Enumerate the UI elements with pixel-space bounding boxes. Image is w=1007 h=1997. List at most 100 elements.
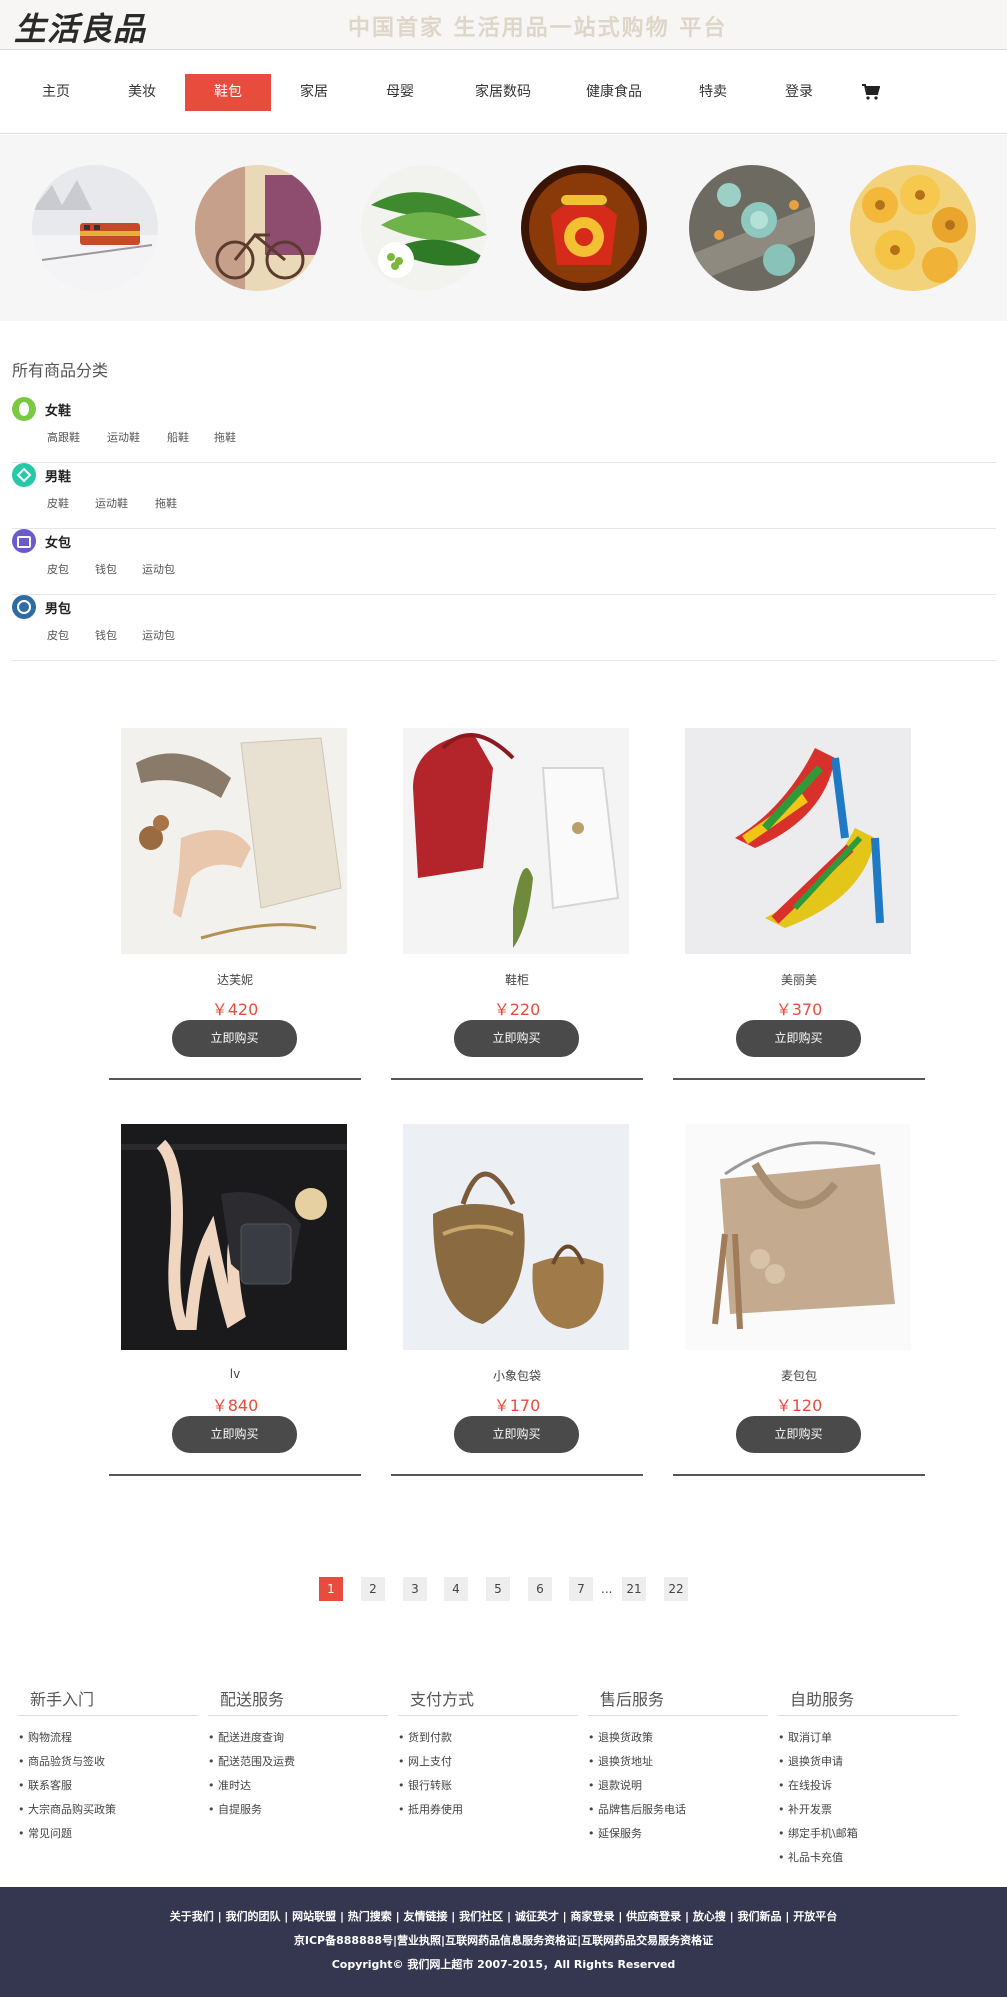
subcategory-link[interactable]: 运动包: [142, 561, 175, 577]
category-name[interactable]: 男包: [45, 598, 71, 617]
subcategory-link[interactable]: 皮包: [47, 561, 69, 577]
footer-link[interactable]: 商品验货与签收: [18, 1750, 198, 1774]
product-name[interactable]: lv: [109, 1367, 361, 1381]
footer-link[interactable]: 礼品卡充值: [778, 1846, 958, 1870]
footer-link[interactable]: 大宗商品购买政策: [18, 1798, 198, 1822]
footer-link[interactable]: 配送范围及运费: [208, 1750, 388, 1774]
succulent-plants-photo[interactable]: [689, 165, 815, 291]
footer-link[interactable]: 常见问题: [18, 1822, 198, 1846]
product-name[interactable]: 麦包包: [673, 1367, 925, 1384]
category-name[interactable]: 女鞋: [45, 400, 71, 419]
footer-link[interactable]: 联系客服: [18, 1774, 198, 1798]
page-button[interactable]: 1: [319, 1577, 343, 1601]
product-card: lv ￥840 立即购买: [109, 1124, 361, 1476]
footer-link[interactable]: 延保服务: [588, 1822, 768, 1846]
buy-now-button[interactable]: 立即购买: [736, 1416, 861, 1453]
footer-link[interactable]: 退换货申请: [778, 1750, 958, 1774]
subcategory-link[interactable]: 钱包: [95, 627, 117, 643]
footer-link[interactable]: 自提服务: [208, 1798, 388, 1822]
footer-column-title: 配送服务: [208, 1674, 388, 1716]
buy-now-button[interactable]: 立即购买: [172, 1416, 297, 1453]
product-image[interactable]: [121, 728, 347, 954]
nav-item-login[interactable]: 登录: [766, 74, 832, 111]
nav-item-sale[interactable]: 特卖: [680, 74, 746, 111]
product-card: 麦包包 ￥120 立即购买: [673, 1124, 925, 1476]
footer-link[interactable]: 绑定手机\邮箱: [778, 1822, 958, 1846]
product-name[interactable]: 美丽美: [673, 971, 925, 988]
footer-column-title: 自助服务: [778, 1674, 958, 1716]
footer-link[interactable]: 在线投诉: [778, 1774, 958, 1798]
product-image[interactable]: [685, 728, 911, 954]
product-name[interactable]: 达芙妮: [109, 971, 361, 988]
product-image[interactable]: [685, 1124, 911, 1350]
subcategory-link[interactable]: 高跟鞋: [47, 429, 80, 445]
nav-item-digital[interactable]: 家居数码: [455, 74, 551, 111]
footer-link[interactable]: 取消订单: [778, 1726, 958, 1750]
product-name[interactable]: 鞋柜: [391, 971, 643, 988]
footer-link[interactable]: 货到付款: [398, 1726, 578, 1750]
buy-now-button[interactable]: 立即购买: [736, 1020, 861, 1057]
nav-item-home[interactable]: 主页: [24, 74, 88, 111]
footer-bottom-links[interactable]: 关于我们 | 我们的团队 | 网站联盟 | 热门搜索 | 友情链接 | 我们社区…: [0, 1905, 1007, 1929]
buy-now-button[interactable]: 立即购买: [172, 1020, 297, 1057]
product-card: 小象包袋 ￥170 立即购买: [391, 1124, 643, 1476]
diamond-icon: [12, 463, 36, 487]
nav-item-beauty[interactable]: 美妆: [108, 74, 176, 111]
product-image[interactable]: [121, 1124, 347, 1350]
buy-now-button[interactable]: 立即购买: [454, 1416, 579, 1453]
pagination: 1 2 3 4 5 6 7 ... 21 22: [0, 1577, 1007, 1601]
subcategory-link[interactable]: 拖鞋: [155, 495, 177, 511]
subcategory-link[interactable]: 船鞋: [167, 429, 189, 445]
red-telephone-photo[interactable]: [521, 165, 647, 291]
site-logo[interactable]: 生活良品: [14, 4, 146, 50]
footer-link[interactable]: 购物流程: [18, 1726, 198, 1750]
cart-icon[interactable]: [862, 84, 880, 100]
subcategory-link[interactable]: 皮鞋: [47, 495, 69, 511]
subcategory-link[interactable]: 拖鞋: [214, 429, 236, 445]
page-button[interactable]: 2: [361, 1577, 385, 1601]
page-button[interactable]: 5: [486, 1577, 510, 1601]
footer-license[interactable]: 京ICP备888888号|营业执照|互联网药品信息服务资格证|互联网药品交易服务…: [0, 1929, 1007, 1953]
subcategory-link[interactable]: 皮包: [47, 627, 69, 643]
vintage-bicycle-photo[interactable]: [195, 165, 321, 291]
footer-link[interactable]: 配送进度查询: [208, 1726, 388, 1750]
footer-link[interactable]: 补开发票: [778, 1798, 958, 1822]
page-button[interactable]: 6: [528, 1577, 552, 1601]
product-price: ￥420: [211, 1000, 259, 1019]
green-vegetables-photo[interactable]: [361, 165, 487, 291]
product-image[interactable]: [403, 1124, 629, 1350]
product-price: ￥120: [775, 1396, 823, 1415]
product-card: 美丽美 ￥370 立即购买: [673, 728, 925, 1080]
yellow-flowers-photo[interactable]: [850, 165, 976, 291]
snow-train-photo[interactable]: [32, 165, 158, 291]
footer-link[interactable]: 抵用券使用: [398, 1798, 578, 1822]
footer-link[interactable]: 网上支付: [398, 1750, 578, 1774]
footer-link[interactable]: 准时达: [208, 1774, 388, 1798]
page-button[interactable]: 21: [622, 1577, 646, 1601]
subcategory-link[interactable]: 钱包: [95, 561, 117, 577]
footer-link[interactable]: 品牌售后服务电话: [588, 1798, 768, 1822]
category-name[interactable]: 女包: [45, 532, 71, 551]
buy-now-button[interactable]: 立即购买: [454, 1020, 579, 1057]
nav-item-shoes-bags[interactable]: 鞋包: [185, 74, 271, 111]
nav-item-home-living[interactable]: 家居: [280, 74, 348, 111]
footer-link[interactable]: 退款说明: [588, 1774, 768, 1798]
footer-bottom-bar: 关于我们 | 我们的团队 | 网站联盟 | 热门搜索 | 友情链接 | 我们社区…: [0, 1887, 1007, 1997]
product-name[interactable]: 小象包袋: [391, 1367, 643, 1384]
page-button[interactable]: 4: [444, 1577, 468, 1601]
page-button[interactable]: 22: [664, 1577, 688, 1601]
subcategory-link[interactable]: 运动鞋: [95, 495, 128, 511]
nav-item-baby[interactable]: 母婴: [366, 74, 434, 111]
product-image[interactable]: [403, 728, 629, 954]
page-button[interactable]: 7: [569, 1577, 593, 1601]
subcategory-link[interactable]: 运动包: [142, 627, 175, 643]
footer-link[interactable]: 退换货地址: [588, 1750, 768, 1774]
category-group-womens-shoes: 女鞋 高跟鞋 运动鞋 船鞋 拖鞋: [12, 397, 996, 463]
footer-link[interactable]: 银行转账: [398, 1774, 578, 1798]
subcategory-link[interactable]: 运动鞋: [107, 429, 140, 445]
category-name[interactable]: 男鞋: [45, 466, 71, 485]
footer-column: 新手入门 购物流程 商品验货与签收 联系客服 大宗商品购买政策 常见问题: [18, 1674, 198, 1846]
footer-link[interactable]: 退换货政策: [588, 1726, 768, 1750]
nav-item-health-food[interactable]: 健康食品: [570, 74, 658, 111]
page-button[interactable]: 3: [403, 1577, 427, 1601]
